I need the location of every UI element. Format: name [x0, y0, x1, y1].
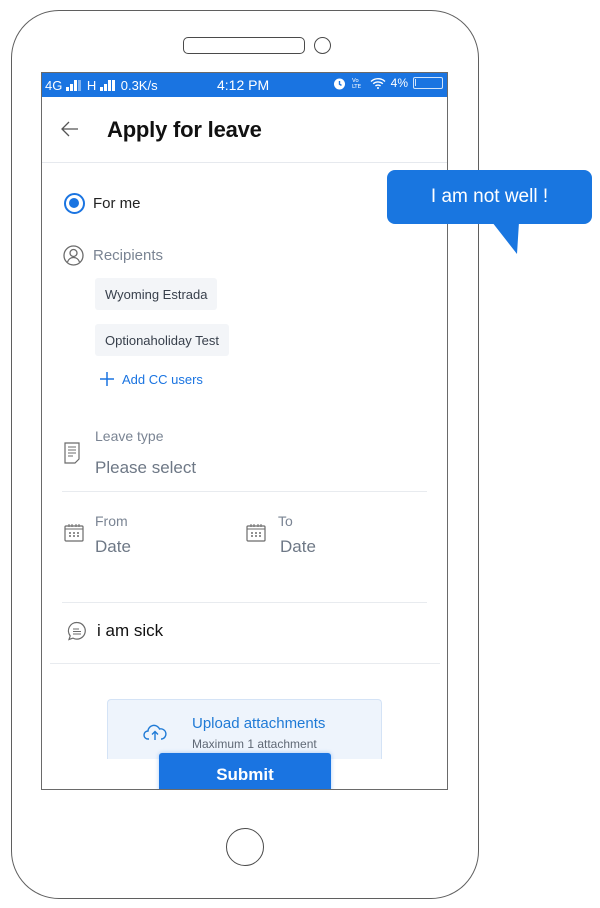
for-me-label: For me: [93, 195, 141, 212]
divider: [62, 491, 427, 492]
divider: [62, 602, 427, 603]
divider: [50, 663, 440, 664]
battery-icon: [413, 77, 443, 89]
plus-icon: [100, 372, 114, 386]
reason-value[interactable]: i am sick: [97, 621, 163, 641]
speech-bubble: I am not well !: [387, 170, 592, 224]
phone-speaker: [183, 37, 305, 54]
network-type-2: H: [86, 77, 97, 93]
signal-icon: [66, 79, 81, 91]
app-bar: Apply for leave: [42, 97, 447, 163]
recipients-label: Recipients: [93, 247, 164, 264]
leave-type-label: Leave type: [95, 428, 164, 444]
submit-button[interactable]: Submit: [159, 753, 331, 789]
add-cc-users-button[interactable]: Add CC users: [99, 371, 203, 387]
document-icon: [64, 442, 80, 464]
status-time: 4:12 PM: [217, 77, 270, 93]
speech-bubble-tail: [492, 222, 519, 254]
network-type-1: 4G: [45, 77, 63, 93]
wifi-icon: [370, 77, 386, 89]
calendar-icon: [64, 524, 84, 542]
reason-field[interactable]: i am sick: [67, 621, 163, 641]
recipient-chip[interactable]: Optionaholiday Test: [95, 324, 229, 356]
upload-subtitle: Maximum 1 attachment: [192, 737, 317, 751]
speech-bubble-text: I am not well !: [430, 186, 549, 207]
volte-icon: VoLTE: [352, 78, 362, 89]
to-label: To: [278, 513, 293, 529]
alarm-icon: [333, 78, 345, 89]
radio-selected-icon[interactable]: [64, 193, 85, 214]
svg-text:LTE: LTE: [352, 84, 362, 89]
user-icon: [63, 245, 84, 266]
home-button[interactable]: [226, 828, 264, 866]
cloud-upload-icon: [143, 724, 167, 740]
chat-icon: [67, 621, 86, 641]
from-date-value[interactable]: Date: [95, 537, 131, 557]
from-label: From: [95, 513, 128, 529]
upload-title: Upload attachments: [192, 715, 326, 732]
add-cc-label: Add CC users: [122, 371, 203, 387]
network-speed: 0.3K/s: [120, 77, 158, 93]
upload-attachments-button[interactable]: Upload attachments Maximum 1 attachment: [107, 699, 382, 759]
page-title: Apply for leave: [107, 117, 262, 142]
recipient-chip[interactable]: Wyoming Estrada: [95, 278, 218, 310]
recipients-header: Recipients: [63, 245, 163, 266]
signal-icon-2: [100, 79, 115, 91]
calendar-icon: [246, 524, 266, 542]
battery-percent: 4%: [390, 76, 408, 90]
arrow-left-icon[interactable]: [60, 119, 80, 139]
leave-type-value[interactable]: Please select: [95, 458, 196, 478]
for-me-option[interactable]: For me: [64, 193, 141, 214]
status-bar: 4G H 0.3K/s 4:12 PM Vo LTE 4%: [42, 73, 447, 97]
phone-camera: [314, 37, 331, 54]
to-date-value[interactable]: Date: [280, 537, 316, 557]
